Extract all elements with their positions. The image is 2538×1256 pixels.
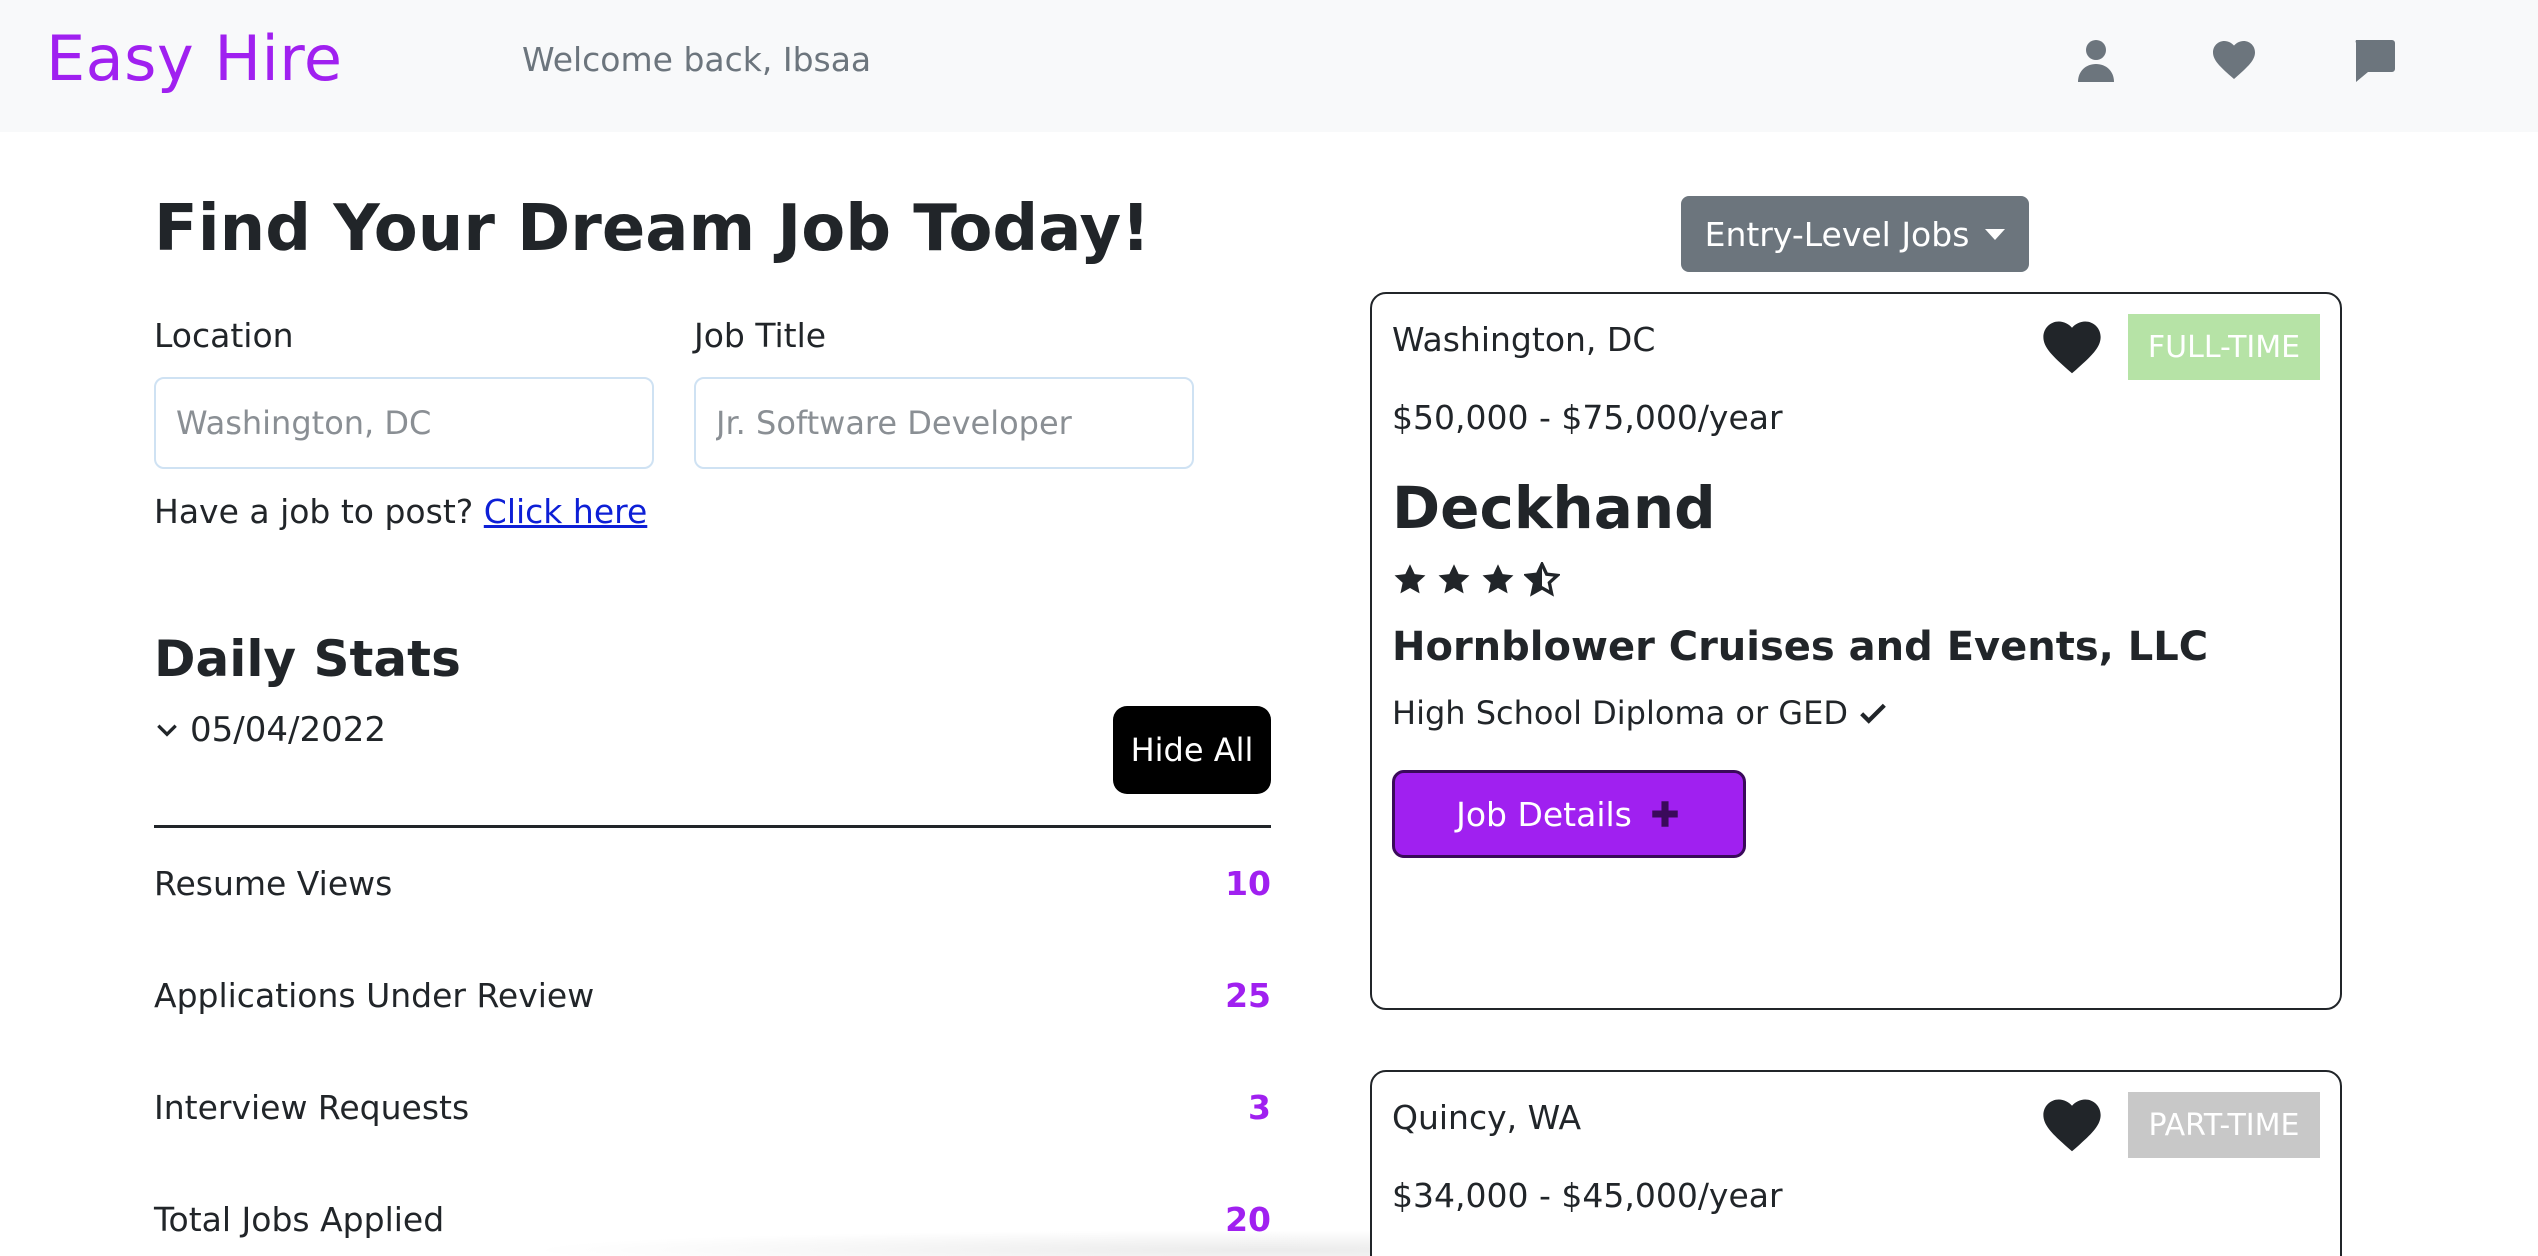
post-job-link[interactable]: Click here	[484, 492, 648, 531]
stat-value: 10	[1225, 864, 1271, 903]
divider	[154, 825, 1271, 828]
job-requirement: High School Diploma or GED	[1392, 694, 1890, 732]
job-salary: $34,000 - $45,000/year	[1392, 1176, 1783, 1215]
requirement-text: High School Diploma or GED	[1392, 694, 1848, 732]
job-company: Hornblower Cruises and Events, LLC	[1392, 624, 2209, 670]
page-title: Find Your Dream Job Today!	[154, 192, 1151, 266]
check-icon	[1860, 703, 1886, 724]
star-icon	[1482, 564, 1514, 594]
job-details-label: Job Details	[1456, 794, 1632, 834]
brand-logo[interactable]: Easy Hire	[46, 22, 343, 95]
dropdown-label: Entry-Level Jobs	[1704, 214, 1970, 254]
user-icon[interactable]	[2072, 36, 2120, 84]
job-card: Quincy, WA PART-TIME $34,000 - $45,000/y…	[1370, 1070, 2342, 1256]
job-type-badge: FULL-TIME	[2128, 314, 2320, 380]
message-icon[interactable]	[2350, 36, 2398, 84]
job-title: Deckhand	[1392, 474, 1716, 542]
job-title-input[interactable]	[694, 377, 1194, 469]
post-job-text: Have a job to post?	[154, 492, 474, 531]
stat-value: 3	[1248, 1088, 1271, 1127]
stat-label: Interview Requests	[154, 1088, 470, 1127]
location-label: Location	[154, 316, 294, 355]
stats-date-toggle[interactable]: 05/04/2022	[154, 710, 386, 750]
star-icon	[1438, 564, 1470, 594]
hide-all-button[interactable]: Hide All	[1113, 706, 1271, 794]
job-type-badge: PART-TIME	[2128, 1092, 2320, 1158]
job-salary: $50,000 - $75,000/year	[1392, 398, 1783, 437]
location-input[interactable]	[154, 377, 654, 469]
stat-value: 25	[1225, 976, 1271, 1015]
post-job-prompt: Have a job to post? Click here	[154, 492, 647, 531]
caret-down-icon	[1985, 228, 2006, 240]
stats-date: 05/04/2022	[190, 710, 386, 750]
job-location: Quincy, WA	[1392, 1098, 1582, 1137]
heart-icon[interactable]	[2210, 36, 2258, 84]
stat-label: Total Jobs Applied	[154, 1200, 445, 1239]
welcome-message: Welcome back, Ibsaa	[522, 40, 872, 79]
star-half-icon	[1524, 562, 1560, 597]
favorite-heart-icon[interactable]	[2038, 316, 2106, 376]
stat-label: Applications Under Review	[154, 976, 595, 1015]
favorite-heart-icon[interactable]	[2038, 1094, 2106, 1154]
chevron-down-icon	[157, 724, 177, 737]
job-title-label: Job Title	[694, 316, 827, 355]
job-location: Washington, DC	[1392, 320, 1656, 359]
rating-stars	[1392, 562, 1560, 598]
job-card: Washington, DC FULL-TIME $50,000 - $75,0…	[1370, 292, 2342, 1010]
star-icon	[1394, 564, 1426, 594]
stat-row-interviews: Interview Requests 3	[154, 1088, 1271, 1127]
stat-label: Resume Views	[154, 864, 393, 903]
stat-row-applications: Applications Under Review 25	[154, 976, 1271, 1015]
navbar: Easy Hire Welcome back, Ibsaa	[0, 0, 2538, 132]
plus-icon	[1652, 801, 1678, 827]
stat-row-resume-views: Resume Views 10	[154, 864, 1271, 903]
job-level-dropdown[interactable]: Entry-Level Jobs	[1681, 196, 2029, 272]
daily-stats-title: Daily Stats	[154, 630, 461, 688]
job-details-button[interactable]: Job Details	[1392, 770, 1746, 858]
